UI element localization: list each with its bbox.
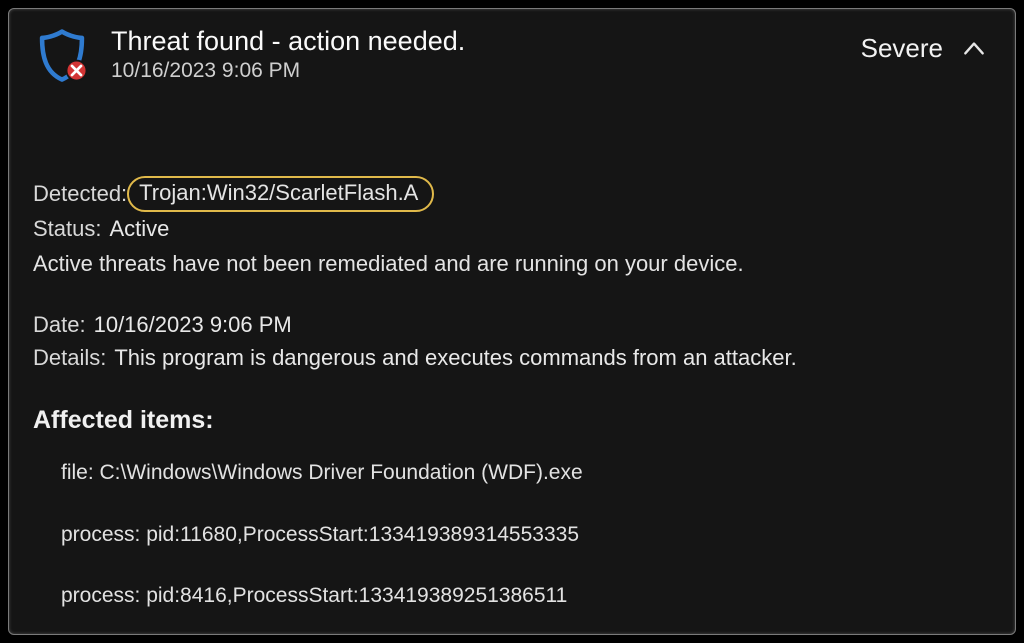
date-value: 10/16/2023 9:06 PM bbox=[94, 308, 292, 341]
alert-timestamp: 10/16/2023 9:06 PM bbox=[111, 59, 841, 83]
details-value: This program is dangerous and executes c… bbox=[114, 341, 796, 374]
shield-alert-icon bbox=[33, 25, 91, 90]
alert-title: Threat found - action needed. bbox=[111, 25, 841, 57]
status-description: Active threats have not been remediated … bbox=[33, 247, 991, 280]
status-value: Active bbox=[109, 212, 169, 245]
date-label: Date: bbox=[33, 308, 86, 341]
detected-value-highlight: Trojan:Win32/ScarletFlash.A bbox=[127, 176, 434, 212]
title-block: Threat found - action needed. 10/16/2023… bbox=[111, 25, 841, 83]
status-label: Status: bbox=[33, 212, 101, 245]
detected-value: Trojan:Win32/ScarletFlash.A bbox=[139, 180, 418, 205]
threat-alert-panel: Threat found - action needed. 10/16/2023… bbox=[8, 8, 1016, 635]
affected-item: process: pid:11680,ProcessStart:13341938… bbox=[61, 519, 991, 551]
details-label: Details: bbox=[33, 341, 106, 374]
affected-items-list: file: C:\Windows\Windows Driver Foundati… bbox=[33, 457, 991, 612]
detected-row: Detected: Trojan:Win32/ScarletFlash.A bbox=[33, 176, 991, 212]
affected-items-title: Affected items: bbox=[33, 402, 991, 440]
header-row: Threat found - action needed. 10/16/2023… bbox=[33, 25, 991, 90]
severity-label: Severe bbox=[861, 33, 943, 64]
status-row: Status: Active bbox=[33, 212, 991, 245]
detected-label: Detected: bbox=[33, 177, 127, 210]
threat-details: Detected: Trojan:Win32/ScarletFlash.A St… bbox=[33, 176, 991, 612]
details-row: Details: This program is dangerous and e… bbox=[33, 341, 991, 374]
chevron-up-icon bbox=[961, 36, 987, 62]
affected-item: file: C:\Windows\Windows Driver Foundati… bbox=[61, 457, 991, 489]
date-row: Date: 10/16/2023 9:06 PM bbox=[33, 308, 991, 341]
affected-item: process: pid:8416,ProcessStart:133419389… bbox=[61, 580, 991, 612]
severity-toggle[interactable]: Severe bbox=[861, 25, 991, 64]
